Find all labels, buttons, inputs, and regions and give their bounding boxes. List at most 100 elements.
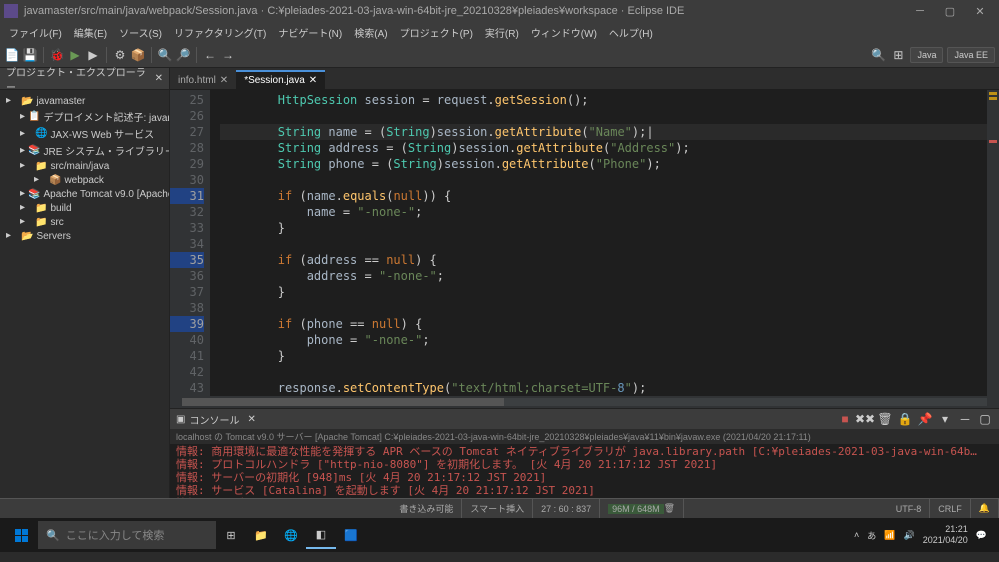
console-min-icon[interactable]: ─ [957, 411, 973, 427]
console-max-icon[interactable]: ▢ [977, 411, 993, 427]
tray-date[interactable]: 2021/04/20 [923, 535, 968, 546]
code-line[interactable]: if (name.equals(null)) { [220, 188, 987, 204]
tree-item[interactable]: ▸🌐JAX-WS Web サービス [2, 125, 167, 142]
console-line[interactable]: 情報: 商用環境に最適な性能を発揮する APR ベースの Tomcat ネイティ… [176, 445, 993, 458]
code-line[interactable]: HttpSession session = request.getSession… [220, 92, 987, 108]
tray-network-icon[interactable]: 📶 [884, 530, 895, 541]
back-icon[interactable]: ← [202, 47, 218, 63]
code-line[interactable]: String name = (String)session.getAttribu… [220, 124, 987, 140]
search-icon[interactable]: 🔎 [175, 47, 191, 63]
new-icon[interactable]: 📄 [4, 47, 20, 63]
tree-item[interactable]: ▸📚Apache Tomcat v9.0 [Apache Tomcat v9.0… [2, 187, 167, 201]
menu-refactor[interactable]: リファクタリング(T) [169, 25, 271, 40]
menu-window[interactable]: ウィンドウ(W) [526, 25, 602, 40]
line-number[interactable]: 40 [170, 332, 204, 348]
menu-search[interactable]: 検索(A) [349, 25, 392, 40]
app-browser-icon[interactable]: 🟦 [336, 521, 366, 549]
tree-item[interactable]: ▸📋デプロイメント記述子: javamaster [2, 108, 167, 125]
tray-notifications-icon[interactable]: 💬 [976, 530, 987, 541]
run-icon[interactable]: ▶ [67, 47, 83, 63]
save-icon[interactable]: 💾 [22, 47, 38, 63]
status-heap[interactable]: 96M / 648M 🗑 [600, 499, 684, 518]
overview-ruler[interactable] [987, 90, 999, 396]
menu-help[interactable]: ヘルプ(H) [604, 25, 658, 40]
editor-tab[interactable]: *Session.java✕ [236, 70, 325, 89]
code-content[interactable]: HttpSession session = request.getSession… [210, 90, 987, 396]
status-notifications-icon[interactable]: 🔔 [971, 499, 999, 518]
line-number[interactable]: 39 [170, 316, 204, 332]
task-view-icon[interactable]: ⊞ [216, 521, 246, 549]
line-number[interactable]: 34 [170, 236, 204, 252]
line-number[interactable]: 33 [170, 220, 204, 236]
line-number[interactable]: 31 [170, 188, 204, 204]
code-line[interactable]: } [220, 220, 987, 236]
status-encoding[interactable]: UTF-8 [888, 499, 931, 518]
scroll-lock-icon[interactable]: 🔒 [897, 411, 913, 427]
tray-time[interactable]: 21:21 [923, 524, 968, 535]
menu-file[interactable]: ファイル(F) [4, 25, 67, 40]
tree-item[interactable]: ▸📚JRE システム・ライブラリー [JavaSE-11] [2, 142, 167, 159]
line-number[interactable]: 29 [170, 156, 204, 172]
menu-edit[interactable]: 編集(E) [69, 25, 112, 40]
code-line[interactable] [220, 172, 987, 188]
app-eclipse-icon[interactable]: ◧ [306, 521, 336, 549]
line-number[interactable]: 25 [170, 92, 204, 108]
code-line[interactable] [220, 364, 987, 380]
code-line[interactable]: if (address == null) { [220, 252, 987, 268]
code-line[interactable] [220, 108, 987, 124]
pin-console-icon[interactable]: 📌 [917, 411, 933, 427]
code-line[interactable]: } [220, 284, 987, 300]
tree-item[interactable]: ▸📁src [2, 215, 167, 229]
open-type-icon[interactable]: 🔍 [157, 47, 173, 63]
forward-icon[interactable]: → [220, 47, 236, 63]
tree-item[interactable]: ▸📂Servers [2, 229, 167, 243]
tree-item[interactable]: ▸📁src/main/java [2, 159, 167, 173]
tab-close-icon[interactable]: ✕ [220, 75, 228, 86]
run-last-icon[interactable]: ▶ [85, 47, 101, 63]
quick-access-icon[interactable]: 🔍 [870, 47, 886, 63]
start-button[interactable] [4, 521, 38, 549]
console-line[interactable]: 情報: サーブレットエンジンの起動：[Apache Tomcat/9.0.44]… [176, 497, 993, 498]
line-number[interactable]: 27 [170, 124, 204, 140]
code-line[interactable]: } [220, 348, 987, 364]
open-perspective-icon[interactable]: ⊞ [890, 47, 906, 63]
console-line[interactable]: 情報: プロトコルハンドラ ["http-nio-8080"] を初期化します。… [176, 458, 993, 471]
code-line[interactable]: String address = (String)session.getAttr… [220, 140, 987, 156]
line-number[interactable]: 42 [170, 364, 204, 380]
minimize-button[interactable]: ─ [905, 1, 935, 21]
code-line[interactable]: name = "-none-"; [220, 204, 987, 220]
line-number[interactable]: 43 [170, 380, 204, 396]
line-number[interactable]: 32 [170, 204, 204, 220]
code-line[interactable]: response.setContentType("text/html;chars… [220, 380, 987, 396]
taskbar-search[interactable]: 🔍 ここに入力して検索 [38, 521, 216, 549]
remove-all-icon[interactable]: ✖✖ [857, 411, 873, 427]
console-tab-close-icon[interactable]: ✕ [247, 414, 255, 425]
menu-project[interactable]: プロジェクト(P) [395, 25, 478, 40]
line-number[interactable]: 38 [170, 300, 204, 316]
line-number[interactable]: 37 [170, 284, 204, 300]
code-line[interactable]: address = "-none-"; [220, 268, 987, 284]
line-number[interactable]: 28 [170, 140, 204, 156]
line-number[interactable]: 36 [170, 268, 204, 284]
code-line[interactable]: phone = "-none-"; [220, 332, 987, 348]
line-number[interactable]: 26 [170, 108, 204, 124]
new-server-icon[interactable]: ⚙ [112, 47, 128, 63]
code-line[interactable] [220, 300, 987, 316]
code-line[interactable]: String phone = (String)session.getAttrib… [220, 156, 987, 172]
tree-item[interactable]: ▸📦webpack [2, 173, 167, 187]
line-number[interactable]: 30 [170, 172, 204, 188]
code-line[interactable] [220, 236, 987, 252]
editor-tab[interactable]: info.html✕ [170, 72, 236, 89]
console-line[interactable]: 情報: サーバーの初期化 [948]ms [火 4月 20 21:17:12 J… [176, 471, 993, 484]
editor-scrollbar-h[interactable] [170, 396, 999, 408]
menu-source[interactable]: ソース(S) [114, 25, 167, 40]
menu-navigate[interactable]: ナビゲート(N) [273, 25, 347, 40]
project-tree[interactable]: ▸📂javamaster▸📋デプロイメント記述子: javamaster▸🌐JA… [0, 90, 169, 498]
perspective-java[interactable]: Java [910, 47, 943, 63]
maximize-button[interactable]: ▢ [935, 1, 965, 21]
code-editor[interactable]: 2526272829303132333435363738394041424344… [170, 90, 999, 396]
console-line[interactable]: 情報: サービス [Catalina] を起動します [火 4月 20 21:1… [176, 484, 993, 497]
perspective-javaee[interactable]: Java EE [947, 47, 995, 63]
line-number[interactable]: 41 [170, 348, 204, 364]
tray-ime-icon[interactable]: あ [867, 529, 876, 542]
